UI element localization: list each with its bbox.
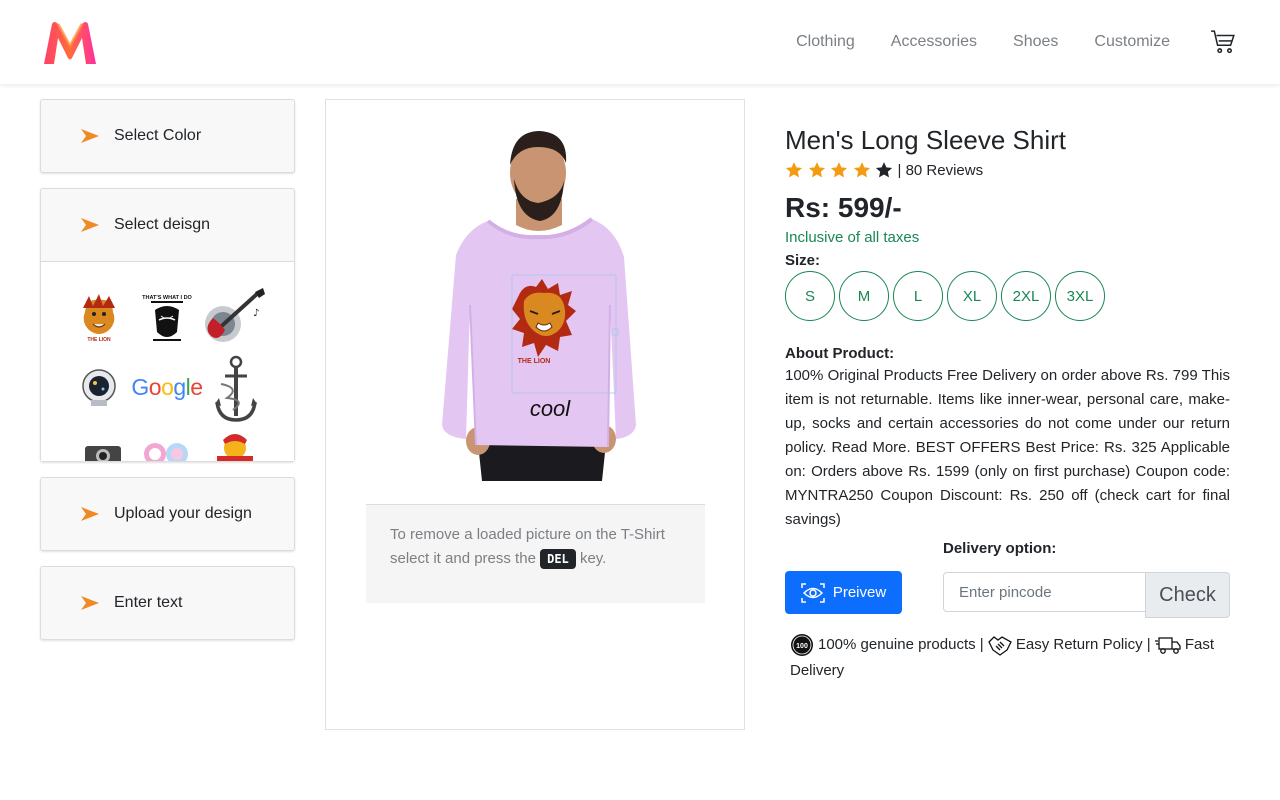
delivery-label: Delivery option:	[943, 540, 1057, 557]
star-filled-icon	[785, 162, 803, 178]
check-button[interactable]: Check	[1145, 572, 1230, 618]
top-navbar: Clothing Accessories Shoes Customize	[0, 0, 1280, 84]
select-color-panel: Select Color	[40, 99, 295, 173]
delivery-row: Preivew Delivery option: Check	[785, 540, 1230, 618]
nav-accessories[interactable]: Accessories	[891, 33, 977, 51]
size-3xl-button[interactable]: 3XL	[1055, 271, 1105, 321]
returns-text: Easy Return Policy |	[1015, 636, 1151, 653]
star-filled-icon	[808, 162, 825, 178]
design-gallery: THE LION THAT'S WHAT I DO ♪ Google	[41, 261, 294, 461]
size-label: Size:	[785, 252, 821, 269]
about-label: About Product:	[785, 345, 895, 362]
myntra-logo[interactable]	[38, 20, 102, 66]
size-l-button[interactable]: L	[893, 271, 943, 321]
google-logo-text: Google	[131, 373, 203, 400]
arrow-right-icon	[81, 218, 99, 232]
select-design-panel: Select deisgn THE LION THAT'S WHAT I DO	[40, 188, 295, 462]
nav-links: Clothing Accessories Shoes Customize	[796, 0, 1280, 84]
enter-text-panel: Enter text	[40, 566, 295, 640]
beard-design-text: THAT'S WHAT I DO	[142, 295, 192, 301]
enter-text-header[interactable]: Enter text	[41, 567, 294, 639]
size-xl-button[interactable]: XL	[947, 271, 997, 321]
design-canvas: THE LION cool To remove a loaded picture…	[325, 99, 745, 730]
preview-label: Preivew	[832, 584, 887, 601]
select-color-label: Select Color	[114, 127, 202, 144]
arrow-right-icon	[81, 129, 99, 143]
design-beard[interactable]: THAT'S WHAT I DO	[141, 292, 193, 344]
nav-clothing[interactable]: Clothing	[796, 33, 855, 51]
star-filled-icon	[853, 162, 870, 178]
del-key-badge: DEL	[540, 549, 576, 569]
preview-button[interactable]: Preivew	[785, 571, 902, 614]
shirt-text[interactable]: cool	[530, 396, 571, 421]
remove-hint: To remove a loaded picture on the T-Shir…	[366, 504, 705, 603]
design-lion[interactable]: THE LION	[79, 294, 119, 344]
design-google[interactable]: Google	[131, 370, 203, 404]
design-astronaut[interactable]	[79, 366, 119, 408]
select-color-header[interactable]: Select Color	[41, 100, 294, 172]
arrow-right-icon	[81, 507, 99, 521]
delivery-truck-icon	[1154, 637, 1181, 654]
design-guitar[interactable]: ♪	[201, 288, 271, 348]
hint-text-after: key.	[579, 550, 607, 567]
star-filled-icon	[830, 162, 848, 178]
review-count[interactable]: | 80 Reviews	[898, 162, 984, 179]
size-s-button[interactable]: S	[785, 271, 835, 321]
feature-strip: 100 100% genuine products | Easy Return …	[790, 632, 1230, 684]
tshirt-preview[interactable]: THE LION cool	[426, 125, 651, 481]
design-camera[interactable]	[81, 438, 125, 461]
tax-note: Inclusive of all taxes	[785, 229, 920, 246]
star-empty-icon	[875, 162, 893, 178]
hint-text-before: To remove a loaded picture on the T-Shir…	[390, 526, 665, 567]
product-price: Rs: 599/-	[785, 192, 902, 223]
lion-design-text: THE LION	[87, 337, 111, 343]
enter-text-label: Enter text	[114, 594, 183, 611]
arrow-right-icon	[81, 596, 99, 610]
lion-print-text: THE LION	[518, 358, 551, 365]
svg-text:♪: ♪	[253, 308, 259, 319]
genuine-text: 100% genuine products |	[818, 636, 984, 653]
size-m-button[interactable]: M	[839, 271, 889, 321]
pincode-input[interactable]	[943, 572, 1146, 612]
nav-customize[interactable]: Customize	[1094, 33, 1170, 51]
design-sweets[interactable]	[141, 438, 193, 461]
cart-icon[interactable]	[1210, 29, 1236, 55]
rating-row: | 80 Reviews	[785, 161, 1230, 179]
genuine-badge-text: 100	[796, 643, 808, 650]
upload-design-label: Upload your design	[114, 505, 252, 522]
product-details: Men's Long Sleeve Shirt | 80 Reviews Rs:…	[785, 123, 1230, 684]
design-anchor[interactable]	[211, 354, 261, 426]
size-2xl-button[interactable]: 2XL	[1001, 271, 1051, 321]
upload-design-panel: Upload your design	[40, 477, 295, 551]
upload-design-header[interactable]: Upload your design	[41, 478, 294, 550]
nav-shoes[interactable]: Shoes	[1013, 33, 1058, 51]
product-title: Men's Long Sleeve Shirt	[785, 125, 1067, 155]
design-pooh[interactable]	[209, 432, 259, 461]
genuine-badge-icon: 100	[791, 634, 813, 657]
size-options: S M L XL 2XL 3XL	[785, 271, 1230, 321]
about-text: 100% Original Products Free Delivery on …	[785, 367, 1230, 528]
eye-scan-icon	[801, 582, 825, 603]
select-design-header[interactable]: Select deisgn	[41, 189, 294, 261]
select-design-label: Select deisgn	[114, 216, 211, 233]
handshake-icon	[988, 636, 1012, 656]
